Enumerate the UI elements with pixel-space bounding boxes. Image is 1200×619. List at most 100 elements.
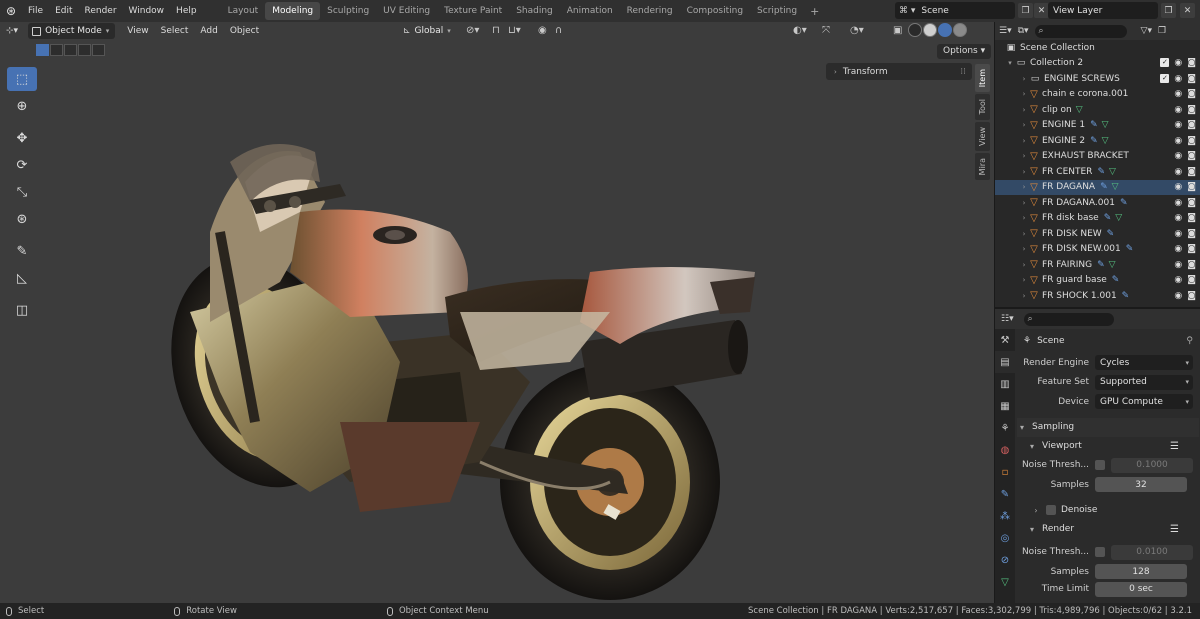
falloff-icon[interactable]: ∩ xyxy=(555,24,562,38)
object-tab-icon[interactable]: ▫ xyxy=(995,461,1015,483)
3d-viewport[interactable]: ⊹▾ Object Mode ▾ View Select Add Object ⊾ G… xyxy=(0,22,994,603)
viewport-noise-field[interactable]: 0.1000 xyxy=(1111,457,1193,473)
world-tab-icon[interactable]: ◍ xyxy=(995,439,1015,461)
workspace-tab-compositing[interactable]: Compositing xyxy=(680,2,750,20)
material-shading-icon[interactable] xyxy=(938,23,952,37)
workspace-tab-layout[interactable]: Layout xyxy=(221,2,266,20)
viewport-subsection-header[interactable]: ▾ Viewport ☰ xyxy=(1017,437,1199,456)
eye-icon[interactable]: ◉ xyxy=(1174,120,1182,130)
sidebar-tab-mira[interactable]: Mira xyxy=(975,152,990,181)
chevron-right-icon[interactable]: › xyxy=(1019,137,1029,145)
editor-type-icon[interactable]: ☰▾ xyxy=(999,26,1012,36)
wireframe-shading-icon[interactable] xyxy=(908,23,922,37)
workspace-tab-rendering[interactable]: Rendering xyxy=(620,2,680,20)
add-cube-tool-icon[interactable]: ◫ xyxy=(7,298,37,322)
camera-icon[interactable]: ◙ xyxy=(1187,291,1196,301)
editor-type-icon[interactable]: ⊹▾ xyxy=(0,23,24,39)
properties-search-input[interactable]: ⌕ xyxy=(1023,312,1114,326)
scene-selector[interactable]: ⌘ ▾ Scene xyxy=(895,2,1015,19)
modifier-icon[interactable]: ✎ xyxy=(1107,229,1115,239)
outliner-row[interactable]: › ▽ FR DISK NEW.001 ✎ ◉ ◙ xyxy=(995,242,1200,258)
sampling-section-header[interactable]: ▾ Sampling xyxy=(1017,417,1199,437)
particles-tab-icon[interactable]: ⁂ xyxy=(995,505,1015,527)
workspace-tab-scripting[interactable]: Scripting xyxy=(750,2,804,20)
scene-collection-row[interactable]: ▣ Scene Collection xyxy=(995,40,1200,56)
rendered-shading-icon[interactable] xyxy=(953,23,967,37)
device-select[interactable]: GPU Compute ▾ xyxy=(1095,394,1193,410)
mesh-data-icon[interactable]: ▽ xyxy=(1115,213,1122,223)
camera-icon[interactable]: ◙ xyxy=(1187,151,1196,161)
modifier-icon[interactable]: ✎ xyxy=(1126,244,1134,254)
transform-orientation-selector[interactable]: ⊾ Global ▾ xyxy=(398,23,456,39)
select-extend-icon[interactable] xyxy=(50,44,63,56)
constraints-tab-icon[interactable]: ⊘ xyxy=(995,549,1015,571)
modifier-icon[interactable]: ✎ xyxy=(1120,198,1128,208)
select-subtract-icon[interactable] xyxy=(64,44,77,56)
chevron-right-icon[interactable]: › xyxy=(1019,292,1029,300)
select-intersect-icon[interactable] xyxy=(92,44,105,56)
sidebar-tab-tool[interactable]: Tool xyxy=(975,94,990,120)
modifier-icon[interactable]: ✎ xyxy=(1122,291,1130,301)
add-workspace-button[interactable]: + xyxy=(804,5,825,18)
menu-render[interactable]: Render xyxy=(79,0,123,22)
move-tool-icon[interactable]: ✥ xyxy=(7,126,37,150)
workspace-tab-animation[interactable]: Animation xyxy=(560,2,620,20)
chevron-right-icon[interactable]: › xyxy=(1019,121,1029,129)
eye-icon[interactable]: ◉ xyxy=(1174,58,1182,68)
close-view-layer-icon[interactable]: ✕ xyxy=(1180,3,1195,18)
eye-icon[interactable]: ◉ xyxy=(1174,275,1182,285)
chevron-right-icon[interactable]: › xyxy=(1019,230,1029,238)
outliner-row[interactable]: › ▽ ENGINE 2 ✎ ▽ ◉ ◙ xyxy=(995,133,1200,149)
outliner-row[interactable]: › ▽ FR disk base ✎ ▽ ◉ ◙ xyxy=(995,211,1200,227)
eye-icon[interactable]: ◉ xyxy=(1174,105,1182,115)
chevron-right-icon[interactable]: › xyxy=(1019,183,1029,191)
sidebar-tab-view[interactable]: View xyxy=(975,121,990,151)
eye-icon[interactable]: ◉ xyxy=(1174,136,1182,146)
select-new-icon[interactable] xyxy=(36,44,49,56)
scale-tool-icon[interactable]: ⤡ xyxy=(7,180,37,204)
mesh-data-icon[interactable]: ▽ xyxy=(1102,120,1109,130)
data-tab-icon[interactable]: ▽ xyxy=(995,571,1015,593)
menu-file[interactable]: File xyxy=(22,0,49,22)
modifier-icon[interactable]: ✎ xyxy=(1100,182,1108,192)
collection-row[interactable]: ▾ ▭ Collection 2 ✓ ◉ ◙ xyxy=(995,56,1200,72)
chevron-right-icon[interactable]: › xyxy=(1019,276,1029,284)
time-limit-field[interactable]: 0 sec xyxy=(1095,581,1187,597)
camera-icon[interactable]: ◙ xyxy=(1187,213,1196,223)
chevron-right-icon[interactable]: › xyxy=(1019,152,1029,160)
filter-icon[interactable]: ▽▾ xyxy=(1141,26,1152,36)
mesh-data-icon[interactable]: ▽ xyxy=(1109,260,1116,270)
render-noise-field[interactable]: 0.0100 xyxy=(1111,544,1193,560)
modifier-icon[interactable]: ✎ xyxy=(1090,120,1098,130)
render-samples-field[interactable]: 128 xyxy=(1095,564,1187,580)
outliner-row[interactable]: › ▽ FR DAGANA ✎ ▽ ◉ ◙ xyxy=(995,179,1200,195)
scene-tab-icon[interactable]: ⚘ xyxy=(995,417,1015,439)
eye-icon[interactable]: ◉ xyxy=(1174,89,1182,99)
pin-icon[interactable]: ⚲ xyxy=(1186,336,1193,346)
render-noise-checkbox[interactable] xyxy=(1095,547,1105,558)
outliner-row[interactable]: › ▽ FR SHOCK 1.001 ✎ ◉ ◙ xyxy=(995,288,1200,304)
camera-icon[interactable]: ◙ xyxy=(1187,244,1196,254)
output-tab-icon[interactable]: ▥ xyxy=(995,373,1015,395)
chevron-down-icon[interactable]: ▾ xyxy=(1005,59,1015,67)
viewport-samples-field[interactable]: 32 xyxy=(1095,477,1187,493)
transform-panel-header[interactable]: › Transform ⁞⁞ xyxy=(826,63,972,80)
camera-icon[interactable]: ◙ xyxy=(1187,167,1196,177)
transform-tool-icon[interactable]: ⊛ xyxy=(7,207,37,231)
chevron-right-icon[interactable]: › xyxy=(1019,168,1029,176)
display-mode-icon[interactable]: ⧉▾ xyxy=(1018,26,1029,36)
viewport-menu-select[interactable]: Select xyxy=(155,23,195,39)
viewport-menu-object[interactable]: Object xyxy=(224,23,265,39)
proportional-edit-icon[interactable]: ◉ xyxy=(538,24,547,38)
viewport-noise-checkbox[interactable] xyxy=(1095,460,1105,471)
outliner-row[interactable]: › ▽ FR guard base ✎ ◉ ◙ xyxy=(995,273,1200,289)
outliner-row[interactable]: › ▽ FR DAGANA.001 ✎ ◉ ◙ xyxy=(995,195,1200,211)
blender-logo-icon[interactable]: ⊛ xyxy=(0,0,22,22)
outliner-row[interactable]: › ▽ FR CENTER ✎ ▽ ◉ ◙ xyxy=(995,164,1200,180)
viewport-menu-view[interactable]: View xyxy=(121,23,154,39)
eye-icon[interactable]: ◉ xyxy=(1174,74,1182,84)
presets-list-icon[interactable]: ☰ xyxy=(1170,441,1179,452)
eye-icon[interactable]: ◉ xyxy=(1174,291,1182,301)
outliner-row[interactable]: › ▭ ENGINE SCREWS ✓ ◉ ◙ xyxy=(995,71,1200,87)
xray-icon[interactable]: ▣ xyxy=(893,24,902,38)
